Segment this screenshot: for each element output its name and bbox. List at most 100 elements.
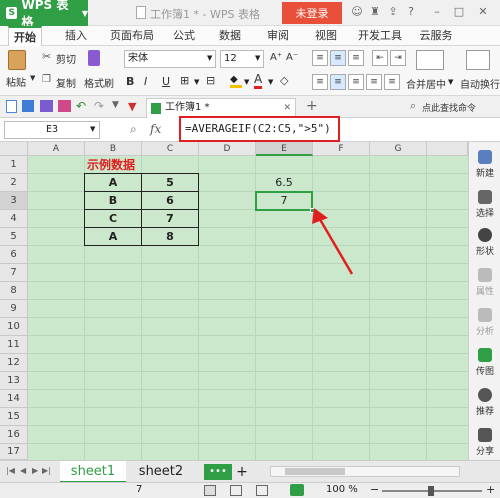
row-header-10[interactable]: 10 [0, 318, 28, 336]
formula-input[interactable]: =AVERAGEIF(C2:C5,">5") [179, 116, 340, 142]
tab-insert[interactable]: 插入 [60, 26, 92, 46]
bold-button[interactable]: B [126, 75, 134, 88]
select-all-corner[interactable] [0, 142, 28, 156]
command-search-label[interactable]: 点此查找命令 [422, 101, 476, 114]
row-header-12[interactable]: 12 [0, 354, 28, 372]
row-header-3[interactable]: 3 [0, 192, 28, 210]
eye-protection-icon[interactable] [290, 484, 304, 496]
column-header-b[interactable]: B [85, 142, 142, 156]
format-painter-button[interactable]: 格式刷 [84, 75, 114, 90]
tab-review[interactable]: 审阅 [262, 26, 294, 46]
zoom-out-icon[interactable]: − [370, 483, 379, 496]
shirt-icon[interactable]: ♜ [368, 5, 382, 19]
zoom-icon[interactable]: ⌕ [130, 122, 137, 137]
panel-analyze[interactable]: 分析 [469, 308, 500, 337]
tab-view[interactable]: 视图 [310, 26, 342, 46]
cell-c3[interactable]: 6 [142, 192, 198, 209]
chevron-down-icon[interactable]: ▼ [244, 78, 249, 86]
login-button[interactable]: 未登录 [282, 2, 342, 24]
tab-developer[interactable]: 开发工具 [352, 26, 408, 46]
tab-cloud[interactable]: 云服务 [414, 26, 458, 46]
share-icon[interactable]: ⇪ [386, 5, 400, 19]
column-header-e[interactable]: E [256, 142, 313, 156]
search-icon[interactable]: ⌕ [410, 99, 416, 113]
column-header-h[interactable] [427, 142, 468, 156]
panel-select[interactable]: 选择 [469, 190, 500, 219]
indent-right-icon[interactable]: ⇥ [390, 50, 406, 66]
panel-upload-image[interactable]: 传图 [469, 348, 500, 377]
justify-icon[interactable]: ≡ [366, 74, 382, 90]
merge-cells-icon[interactable]: ⊟ [206, 74, 215, 87]
align-top-icon[interactable]: ≡ [312, 50, 328, 66]
border-icon[interactable]: ⊞ [180, 74, 189, 87]
new-file-icon[interactable] [6, 100, 17, 113]
column-header-f[interactable]: F [313, 142, 370, 156]
last-sheet-icon[interactable]: ▶| [42, 466, 51, 475]
align-left-icon[interactable]: ≡ [312, 74, 328, 90]
chevron-down-icon[interactable]: ▼ [207, 54, 212, 62]
zoom-level[interactable]: 100 % [326, 484, 358, 495]
cell-e2[interactable]: 6.5 [256, 174, 312, 191]
chevron-down-icon[interactable]: ▼ [90, 125, 95, 133]
cell-b1-header[interactable]: 示例数据 [85, 156, 165, 174]
chevron-down-icon[interactable]: ▼ [255, 54, 260, 62]
close-tab-icon[interactable]: ✕ [283, 99, 291, 117]
maximize-icon[interactable]: □ [452, 5, 466, 19]
sheet-tab-sheet1[interactable]: sheet1 [60, 461, 126, 483]
redo-icon[interactable]: ↷ [94, 99, 104, 113]
row-header-11[interactable]: 11 [0, 336, 28, 354]
row-header-15[interactable]: 15 [0, 408, 28, 426]
cell-b5[interactable]: A [85, 228, 141, 245]
italic-button[interactable]: I [144, 75, 147, 88]
row-header-2[interactable]: 2 [0, 174, 28, 192]
copy-button[interactable]: 复制 [56, 75, 76, 90]
font-color-icon[interactable]: A [254, 73, 263, 89]
cell-c2[interactable]: 5 [142, 174, 198, 191]
tab-formulas[interactable]: 公式 [168, 26, 200, 46]
fill-color-icon[interactable]: ◆ [230, 74, 242, 88]
help-icon[interactable]: ? [404, 5, 418, 19]
add-sheet-button[interactable]: + [234, 461, 250, 483]
chevron-down-icon[interactable]: ▼ [194, 78, 199, 86]
name-box[interactable]: E3 [4, 121, 100, 139]
row-header-7[interactable]: 7 [0, 264, 28, 282]
row-header-4[interactable]: 4 [0, 210, 28, 228]
sheet-tab-sheet2[interactable]: sheet2 [128, 461, 194, 483]
print-preview-icon[interactable] [58, 100, 71, 112]
fx-button[interactable]: fx [150, 122, 161, 136]
more-icon[interactable]: ▼ [112, 100, 119, 110]
chevron-down-icon[interactable]: ▼ [448, 78, 453, 86]
save-icon[interactable] [22, 100, 34, 112]
chevron-down-icon[interactable]: ▼ [30, 74, 35, 82]
cell-c4[interactable]: 7 [142, 210, 198, 227]
user-icon[interactable]: ☺ [350, 5, 364, 19]
column-header-d[interactable]: D [199, 142, 256, 156]
underline-button[interactable]: U [162, 75, 170, 88]
panel-properties[interactable]: 属性 [469, 268, 500, 297]
row-header-13[interactable]: 13 [0, 372, 28, 390]
tab-page-layout[interactable]: 页面布局 [104, 26, 160, 46]
spreadsheet-grid[interactable]: A B C D E F G 1 2 3 4 5 6 7 8 9 10 11 12… [0, 142, 468, 460]
tab-data[interactable]: 数据 [214, 26, 246, 46]
wps-menu-icon[interactable]: ▼ [128, 100, 136, 113]
row-header-5[interactable]: 5 [0, 228, 28, 246]
font-shrink-icon[interactable]: A⁻ [286, 52, 298, 63]
panel-share[interactable]: 分享 [469, 428, 500, 457]
row-header-17[interactable]: 17 [0, 444, 28, 460]
cell-b4[interactable]: C [85, 210, 141, 227]
row-header-8[interactable]: 8 [0, 282, 28, 300]
font-name-select[interactable]: 宋体 [124, 50, 216, 68]
page-layout-view-icon[interactable] [230, 485, 242, 496]
prev-sheet-icon[interactable]: ◀ [20, 466, 26, 475]
zoom-in-icon[interactable]: + [486, 483, 495, 496]
app-menu-button[interactable]: S WPS 表格 ▼ [0, 0, 88, 29]
close-icon[interactable]: ✕ [476, 5, 490, 19]
panel-shapes[interactable]: 形状 [469, 228, 500, 257]
indent-left-icon[interactable]: ⇤ [372, 50, 388, 66]
workbook-tab[interactable]: 工作簿1 * ✕ [146, 98, 296, 118]
cut-button[interactable]: 剪切 [56, 51, 76, 66]
chevron-down-icon[interactable]: ▼ [268, 78, 273, 86]
row-header-14[interactable]: 14 [0, 390, 28, 408]
normal-view-icon[interactable] [204, 485, 216, 496]
paste-icon[interactable] [8, 50, 26, 70]
